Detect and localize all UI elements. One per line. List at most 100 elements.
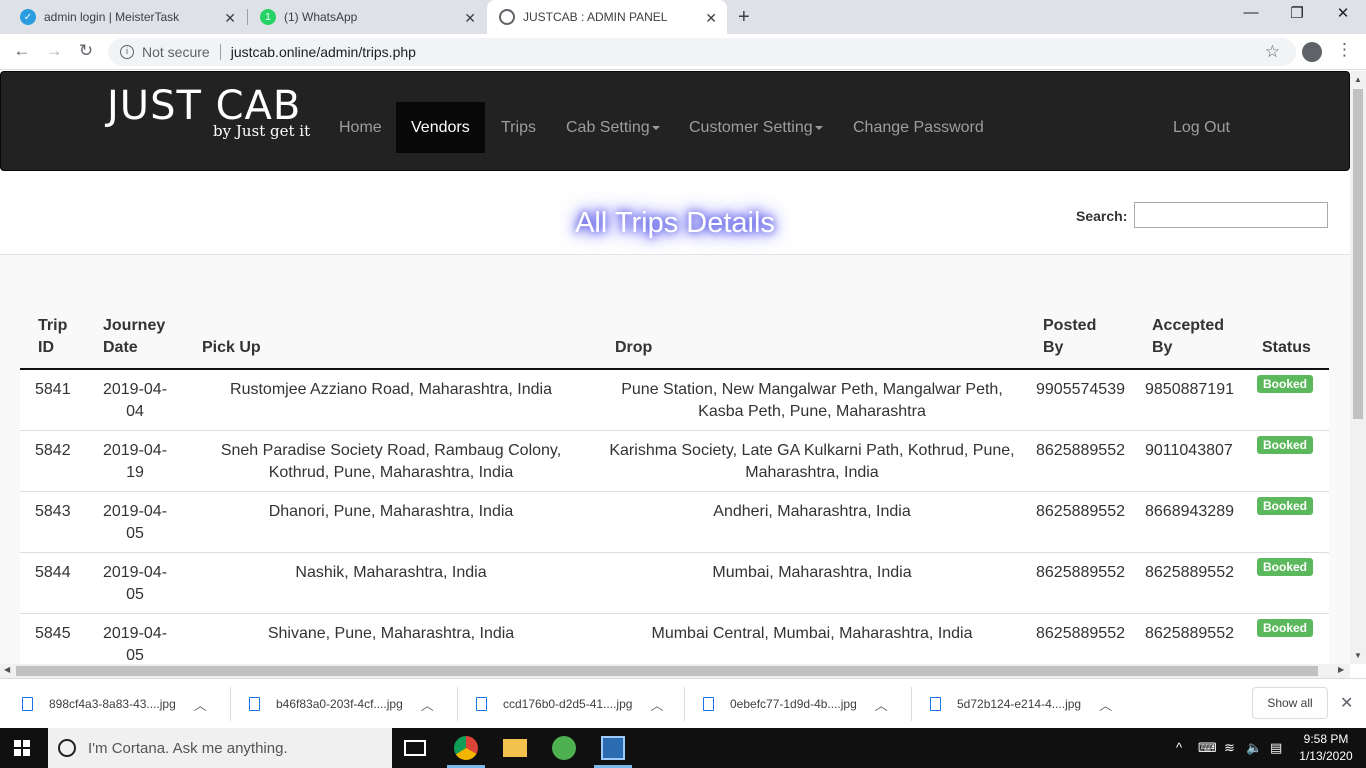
tray-chevron-up-icon[interactable]: ^ <box>1176 740 1182 755</box>
tab-justcab-admin[interactable]: JUSTCAB : ADMIN PANEL ✕ <box>487 0 727 34</box>
header-trip-id[interactable]: Trip ID <box>38 315 67 359</box>
keyboard-icon[interactable]: ⌨ <box>1198 740 1217 756</box>
security-label[interactable]: Not secure <box>142 44 210 60</box>
windows-start-icon[interactable] <box>14 740 30 756</box>
download-filename: b46f83a0-203f-4cf....jpg <box>276 697 403 711</box>
tab-meistertask[interactable]: ✓ admin login | MeisterTask ✕ <box>8 0 246 34</box>
download-item[interactable]: 5d72b124-e214-4....jpg ︿ <box>908 679 1112 729</box>
app-icon[interactable] <box>601 736 625 760</box>
header-posted-by[interactable]: Posted By <box>1043 315 1096 359</box>
cell-line: Andheri, Maharashtra, India <box>713 503 911 520</box>
reload-icon[interactable]: ↻ <box>74 41 98 61</box>
close-tab-icon[interactable]: ✕ <box>224 10 236 27</box>
header-pick-up[interactable]: Pick Up <box>202 337 261 359</box>
cell-pickup: Rustomjee Azziano Road, Maharashtra, Ind… <box>190 379 592 401</box>
chevron-up-icon[interactable]: ︿ <box>421 695 434 714</box>
nav-label: Customer Setting <box>689 118 813 136</box>
caret-down-icon <box>814 125 823 130</box>
download-filename: ccd176b0-d2d5-41....jpg <box>503 697 633 711</box>
chevron-up-icon[interactable]: ︿ <box>875 695 888 714</box>
nav-trips[interactable]: Trips <box>486 102 551 153</box>
cell-drop: Mumbai, Maharashtra, India <box>592 562 1032 584</box>
info-icon[interactable]: i <box>120 45 134 59</box>
utorrent-icon[interactable] <box>552 736 576 760</box>
search-input[interactable] <box>1134 202 1328 228</box>
header-journey-date[interactable]: Journey Date <box>103 315 165 359</box>
new-tab-icon[interactable]: + <box>738 6 750 29</box>
restore-icon[interactable]: ❐ <box>1274 4 1320 22</box>
header-line: Posted <box>1043 317 1097 334</box>
cell-date: 2019-04- 05 <box>80 501 190 545</box>
bookmark-star-icon[interactable]: ☆ <box>1265 42 1280 62</box>
address-bar[interactable]: i Not secure justcab.online/admin/trips.… <box>108 38 1296 66</box>
tab-title: (1) WhatsApp <box>284 10 358 24</box>
chevron-up-icon[interactable]: ︿ <box>194 695 207 714</box>
browser-tab-strip: ✓ admin login | MeisterTask ✕ 1 (1) What… <box>0 0 1366 34</box>
scroll-up-icon[interactable]: ▲ <box>1354 75 1362 84</box>
forward-icon[interactable]: → <box>42 41 66 61</box>
cell-accepted-by: 8625889552 <box>1145 564 1234 581</box>
download-filename: 5d72b124-e214-4....jpg <box>957 697 1082 711</box>
close-downloads-icon[interactable]: ✕ <box>1340 693 1353 713</box>
nav-home[interactable]: Home <box>324 102 397 153</box>
file-icon <box>703 697 714 711</box>
cell-line: 2019-04- <box>102 442 168 459</box>
header-line: Date <box>103 339 138 356</box>
header-accepted-by[interactable]: Accepted By <box>1152 315 1224 359</box>
back-icon[interactable]: ← <box>10 41 34 61</box>
wifi-icon[interactable]: ≋ <box>1224 740 1235 756</box>
close-tab-icon[interactable]: ✕ <box>464 10 476 27</box>
nav-change-password[interactable]: Change Password <box>838 102 999 153</box>
download-item[interactable]: 898cf4a3-8a83-43....jpg ︿ <box>0 679 207 729</box>
chrome-icon[interactable] <box>454 736 478 760</box>
header-line: By <box>1152 339 1173 356</box>
chevron-up-icon[interactable]: ︿ <box>1099 695 1112 714</box>
notification-icon[interactable]: ▤ <box>1270 740 1282 756</box>
nav-vendors[interactable]: Vendors <box>396 102 485 153</box>
cell-line: Maharashtra, India <box>745 464 879 481</box>
scroll-right-icon[interactable]: ▶ <box>1338 665 1344 674</box>
divider <box>219 44 221 60</box>
header-drop[interactable]: Drop <box>615 337 652 359</box>
minimize-icon[interactable]: — <box>1228 4 1274 21</box>
scroll-down-icon[interactable]: ▼ <box>1354 651 1362 660</box>
cell-posted-by: 8625889552 <box>1036 564 1125 581</box>
header-status[interactable]: Status <box>1262 337 1311 359</box>
task-view-icon[interactable] <box>404 740 426 756</box>
cell-trip-id: 5844 <box>35 564 71 581</box>
header-line: Journey <box>103 317 166 334</box>
nav-customer-setting[interactable]: Customer Setting <box>674 102 838 153</box>
downloads-bar: 898cf4a3-8a83-43....jpg ︿ b46f83a0-203f-4… <box>0 678 1366 728</box>
cell-line: Nashik, Maharashtra, India <box>295 564 487 581</box>
table-row: 5843 2019-04- 05 Dhanori, Pune, Maharasht… <box>20 492 1329 553</box>
system-clock[interactable]: 9:58 PM 1/13/2020 <box>1290 731 1362 765</box>
download-filename: 0ebefc77-1d9d-4b....jpg <box>730 697 857 711</box>
profile-avatar-icon[interactable] <box>1302 42 1322 62</box>
scroll-thumb[interactable] <box>1353 89 1363 419</box>
menu-kebab-icon[interactable]: ⋮ <box>1336 40 1353 60</box>
close-tab-icon[interactable]: ✕ <box>705 10 717 27</box>
download-item[interactable]: 0ebefc77-1d9d-4b....jpg ︿ <box>681 679 888 729</box>
scroll-thumb[interactable] <box>16 666 1318 676</box>
nav-cab-setting[interactable]: Cab Setting <box>551 102 675 153</box>
cell-line: Mumbai Central, Mumbai, Maharashtra, Ind… <box>651 625 973 642</box>
tab-whatsapp[interactable]: 1 (1) WhatsApp ✕ <box>248 0 486 34</box>
nav-logout[interactable]: Log Out <box>1158 102 1245 153</box>
show-all-button[interactable]: Show all <box>1252 687 1328 719</box>
cell-line: 05 <box>126 647 144 664</box>
status-badge: Booked <box>1257 436 1314 454</box>
download-item[interactable]: ccd176b0-d2d5-41....jpg ︿ <box>454 679 663 729</box>
header-line: Accepted <box>1152 317 1225 334</box>
chevron-up-icon[interactable]: ︿ <box>650 695 663 714</box>
brand-logo[interactable]: JUST CAB by Just get it <box>107 84 310 140</box>
cortana-search-box[interactable]: I'm Cortana. Ask me anything. <box>48 728 392 768</box>
volume-icon[interactable]: 🔈 <box>1246 740 1262 756</box>
vertical-scrollbar[interactable]: ▲ ▼ <box>1350 71 1366 664</box>
horizontal-scrollbar[interactable]: ◀ ▶ <box>0 664 1350 678</box>
close-window-icon[interactable]: ✕ <box>1320 4 1366 22</box>
url-text[interactable]: justcab.online/admin/trips.php <box>231 44 416 60</box>
cell-accepted-by: 8668943289 <box>1145 503 1234 520</box>
scroll-left-icon[interactable]: ◀ <box>4 665 10 674</box>
download-item[interactable]: b46f83a0-203f-4cf....jpg ︿ <box>227 679 434 729</box>
file-explorer-icon[interactable] <box>503 739 527 757</box>
